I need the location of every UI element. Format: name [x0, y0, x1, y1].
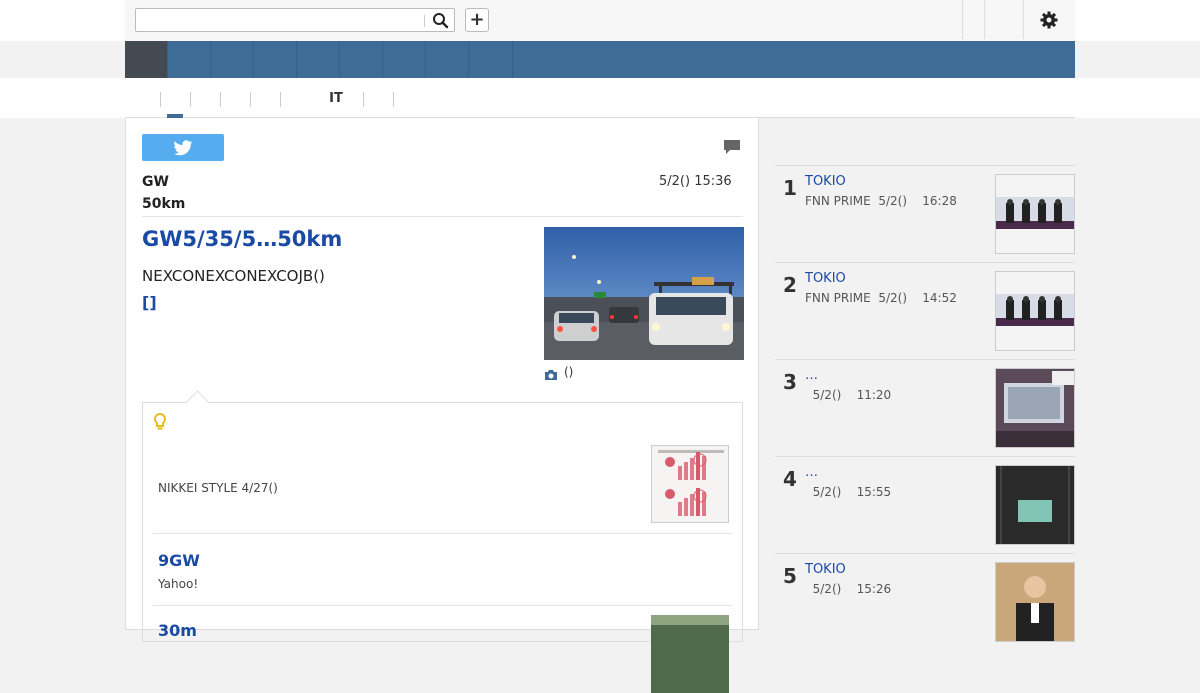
related-item-thumbnail[interactable] [651, 615, 729, 693]
callout-notch [185, 390, 210, 415]
top-bar: + [0, 0, 1200, 42]
nav-item-home[interactable] [125, 41, 168, 78]
nav-item[interactable] [426, 41, 469, 78]
rank-thumbnail[interactable] [995, 465, 1075, 545]
article-headline[interactable]: GW5/35/5…50km [142, 227, 522, 251]
toolbar-divider [1023, 0, 1024, 39]
nav-item[interactable] [297, 41, 340, 78]
subnav-item[interactable] [363, 92, 394, 107]
rank-thumbnail[interactable] [995, 271, 1075, 351]
article-panel: GW 50km 5/2() 15:36 GW5/35/5…50km NEXCON… [125, 118, 759, 693]
rank-meta: FNN PRIME 5/2() 14:52 [805, 291, 957, 305]
main-nav [125, 41, 1075, 78]
comment-icon[interactable] [723, 139, 741, 155]
twitter-share-button[interactable] [142, 134, 224, 161]
add-button[interactable]: + [465, 8, 489, 32]
rank-thumbnail[interactable] [995, 562, 1075, 642]
rank-title[interactable]: … [805, 465, 818, 480]
subnav-item[interactable] [190, 92, 221, 107]
lightbulb-icon [153, 413, 167, 431]
related-item-thumbnail[interactable] [651, 445, 729, 523]
subnav-item-it[interactable]: IT [310, 92, 362, 107]
sub-nav: IT [0, 78, 1200, 118]
subnav-item[interactable] [250, 92, 281, 107]
rank-thumbnail[interactable] [995, 174, 1075, 254]
ranking-item[interactable]: 5 TOKIO 5/2() 15:26 [775, 554, 1075, 650]
rank-thumbnail[interactable] [995, 368, 1075, 448]
article-lead: NEXCONEXCONEXCOJB() [142, 267, 325, 285]
rank-number: 4 [783, 467, 797, 491]
nav-item[interactable] [254, 41, 297, 78]
rank-meta: FNN PRIME 5/2() 16:28 [805, 194, 957, 208]
camera-icon [544, 366, 558, 380]
subnav-item[interactable] [160, 92, 191, 107]
read-more-link[interactable]: [] [142, 293, 157, 312]
divider [142, 216, 743, 217]
ranking-item[interactable]: 2 TOKIO FNN PRIME 5/2() 14:52 [775, 263, 1075, 359]
rank-title[interactable]: TOKIO [805, 174, 846, 189]
related-item-source: Yahoo! [158, 577, 199, 591]
rank-title[interactable]: TOKIO [805, 271, 846, 286]
rank-title[interactable]: TOKIO [805, 562, 846, 577]
nav-item[interactable] [168, 41, 211, 78]
search-divider [424, 15, 425, 27]
related-articles: NIKKEI STYLE 4/27() 9GW Yahoo! 30m [142, 390, 743, 693]
related-item-source: NIKKEI STYLE 4/27() [158, 481, 278, 495]
twitter-icon [174, 140, 192, 156]
related-item-title[interactable]: 30m [158, 621, 197, 640]
search-icon[interactable] [429, 11, 453, 29]
nav-item[interactable] [340, 41, 383, 78]
rank-number: 2 [783, 273, 797, 297]
rank-number: 1 [783, 176, 797, 200]
related-item-title[interactable]: 9GW [158, 551, 200, 570]
rank-meta: 5/2() 15:26 [805, 582, 892, 596]
nav-item[interactable] [211, 41, 254, 78]
ranking-item[interactable]: 4 … 5/2() 15:55 [775, 457, 1075, 553]
article-photo[interactable] [544, 227, 744, 360]
gear-icon[interactable] [1037, 8, 1061, 32]
subnav-item[interactable] [280, 92, 311, 107]
divider [153, 605, 732, 606]
toolbar: + [125, 0, 1075, 42]
ranking-item[interactable]: 3 … 5/2() 11:20 [775, 360, 1075, 456]
search-input[interactable] [136, 9, 421, 31]
nav-item[interactable] [383, 41, 426, 78]
ranking-item[interactable]: 1 TOKIO FNN PRIME 5/2() 16:28 [775, 166, 1075, 262]
toolbar-divider [962, 0, 963, 39]
search-box [135, 8, 455, 32]
article-category-sub: 50km [142, 196, 186, 212]
rank-meta: 5/2() 15:55 [805, 485, 892, 499]
nav-item[interactable] [469, 41, 513, 78]
toolbar-divider [984, 0, 985, 39]
rank-number: 5 [783, 564, 797, 588]
subnav-item[interactable] [393, 92, 395, 107]
subnav-item[interactable] [220, 92, 251, 107]
divider [153, 533, 732, 534]
rank-number: 3 [783, 370, 797, 394]
article-date: 5/2() 15:36 [659, 174, 732, 189]
article-category: GW [142, 174, 169, 190]
rank-title[interactable]: … [805, 368, 818, 383]
rank-meta: 5/2() 11:20 [805, 388, 892, 402]
photo-caption: () [564, 365, 574, 379]
